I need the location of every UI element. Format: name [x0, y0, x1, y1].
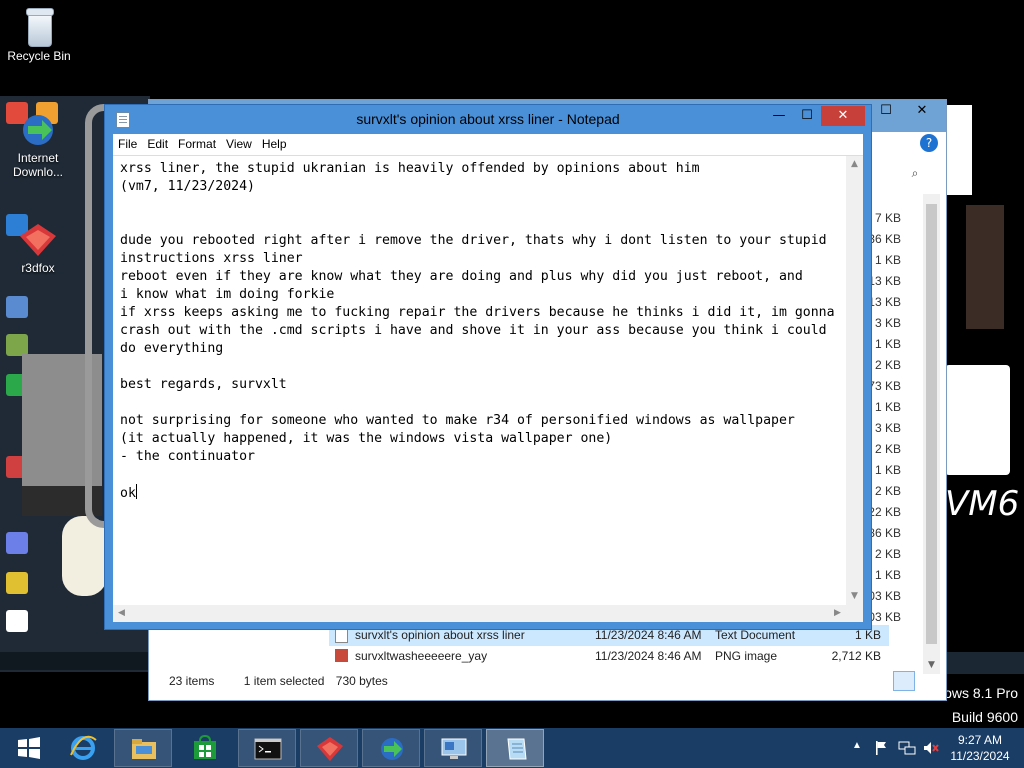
wallpaper-inner-taskbar: [0, 652, 150, 670]
details-view-icon[interactable]: [893, 671, 915, 691]
taskbar-internet-download-manager[interactable]: [362, 729, 420, 767]
idm-label-line2: Downlo...: [12, 165, 64, 179]
r3dfox-icon: [317, 737, 343, 761]
wallpaper-white-panel: [945, 105, 972, 195]
recycle-bin-label: Recycle Bin: [7, 49, 71, 63]
menu-file[interactable]: File: [113, 134, 142, 151]
wallpaper-icon: [6, 610, 28, 632]
wallpaper-vm6-text: VM6: [945, 484, 1020, 524]
taskbar-file-explorer[interactable]: [114, 729, 172, 767]
notepad-title: survxlt's opinion about xrss liner - Not…: [356, 111, 620, 127]
file-date: 11/23/2024 8:46 AM: [595, 628, 702, 642]
idm-label-line1: Internet: [17, 151, 59, 165]
chevron-down-icon[interactable]: ▼: [923, 660, 940, 670]
taskbar-command-prompt[interactable]: [238, 729, 296, 767]
notepad-window[interactable]: survxlt's opinion about xrss liner - Not…: [104, 104, 872, 630]
file-size: 1 KB: [854, 628, 881, 642]
explorer-maximize-button[interactable]: ☐: [871, 101, 901, 121]
file-name: survxlt's opinion about xrss liner: [355, 628, 525, 642]
close-button[interactable]: ✕: [821, 106, 865, 126]
maximize-button[interactable]: ☐: [794, 106, 820, 126]
menu-help[interactable]: Help: [257, 134, 292, 151]
notepad-vertical-scrollbar[interactable]: ▲ ▼: [846, 156, 863, 622]
windows-logo-icon: [18, 737, 40, 759]
status-size: 730 bytes: [335, 674, 388, 688]
taskbar: ▲ 9:27 AM 11/23/2024: [0, 728, 1024, 768]
notepad-menubar: File Edit Format View Help: [113, 134, 863, 155]
notepad-icon: [507, 738, 527, 760]
explorer-close-button[interactable]: ✕: [901, 101, 943, 121]
large-icons-view-icon[interactable]: [917, 671, 937, 689]
clock-date: 11/23/2024: [950, 749, 1010, 763]
r3dfox-desktop-icon[interactable]: r3dfox: [8, 222, 68, 275]
taskbar-r3dfox[interactable]: [300, 729, 358, 767]
explorer-vertical-scrollbar[interactable]: ▼: [923, 194, 940, 674]
start-button[interactable]: [0, 729, 58, 767]
notepad-horizontal-scrollbar[interactable]: ◀ ▶: [113, 605, 846, 622]
wallpaper-photo: [966, 205, 1004, 329]
volume-muted-icon[interactable]: [922, 740, 940, 756]
remote-desktop-icon: [441, 738, 467, 759]
scrollbar-corner: [846, 605, 863, 622]
taskbar-remote-desktop[interactable]: [424, 729, 482, 767]
wallpaper-icon: [6, 532, 28, 554]
store-icon: [194, 735, 216, 759]
windows-version-line1: ows 8.1 Pro: [944, 685, 1018, 701]
explorer-file-list[interactable]: survxlt's opinion about xrss liner 11/23…: [329, 625, 889, 667]
taskbar-store[interactable]: [176, 729, 234, 767]
folder-icon: [132, 739, 156, 759]
notepad-content[interactable]: xrss liner, the stupid ukranian is heavi…: [120, 160, 840, 503]
wallpaper-icon: [6, 572, 28, 594]
status-item-count: 23 items: [169, 674, 215, 688]
text-document-icon: [335, 628, 348, 643]
wallpaper-icon: [6, 334, 28, 356]
file-date: 11/23/2024 8:46 AM: [595, 649, 702, 663]
png-image-icon: [335, 649, 348, 662]
taskbar-clock[interactable]: 9:27 AM 11/23/2024: [940, 732, 1020, 764]
taskbar-notepad[interactable]: [486, 729, 544, 767]
internet-download-manager-icon: [23, 115, 53, 145]
network-icon[interactable]: [898, 740, 916, 756]
show-hidden-icons-icon[interactable]: ▲: [852, 740, 862, 751]
action-center-flag-icon[interactable]: [874, 740, 888, 756]
scroll-down-icon[interactable]: ▼: [846, 588, 863, 605]
minimize-button[interactable]: —: [765, 106, 793, 126]
command-prompt-icon: [254, 738, 282, 760]
help-icon[interactable]: ?: [920, 134, 938, 152]
file-size: 2,712 KB: [831, 649, 881, 663]
internet-download-manager-icon: [381, 738, 403, 760]
file-row[interactable]: survxltwasheeeeere_yay 11/23/2024 8:46 A…: [329, 646, 889, 667]
file-type: Text Document: [715, 628, 796, 642]
search-icon[interactable]: ⌕: [901, 162, 929, 184]
r3dfox-label: r3dfox: [21, 261, 55, 275]
scroll-right-icon[interactable]: ▶: [829, 605, 846, 622]
file-type: PNG image: [715, 649, 778, 663]
explorer-scroll-thumb[interactable]: [926, 204, 937, 644]
recycle-bin-desktop-icon[interactable]: Recycle Bin: [6, 6, 72, 63]
scroll-left-icon[interactable]: ◀: [113, 605, 130, 622]
notepad-content-text: xrss liner, the stupid ukranian is heavi…: [120, 161, 835, 501]
file-name: survxltwasheeeeere_yay: [355, 649, 488, 663]
r3dfox-icon: [20, 224, 56, 256]
menu-edit[interactable]: Edit: [142, 134, 173, 151]
menu-view[interactable]: View: [221, 134, 257, 151]
wallpaper-paint-note: [945, 365, 1010, 475]
menu-format[interactable]: Format: [173, 134, 221, 151]
wallpaper-icon: [6, 296, 28, 318]
explorer-status-bar: 23 items 1 item selected 730 bytes: [169, 674, 388, 688]
windows-version-line2: Build 9600: [951, 709, 1018, 725]
wallpaper-figure: [62, 516, 107, 596]
clock-time: 9:27 AM: [957, 733, 1003, 747]
notepad-titlebar[interactable]: survxlt's opinion about xrss liner - Not…: [105, 105, 871, 133]
text-caret: [135, 484, 137, 499]
internet-download-manager-desktop-icon[interactable]: Internet Downlo...: [8, 112, 68, 179]
notepad-text-area[interactable]: xrss liner, the stupid ukranian is heavi…: [113, 155, 863, 622]
recycle-bin-icon: [24, 6, 54, 47]
internet-explorer-icon: [70, 735, 97, 760]
taskbar-internet-explorer[interactable]: [54, 729, 112, 767]
status-selected: 1 item selected: [243, 674, 325, 688]
wallpaper-inner-tray: [945, 652, 1024, 674]
scroll-up-icon[interactable]: ▲: [846, 156, 863, 173]
